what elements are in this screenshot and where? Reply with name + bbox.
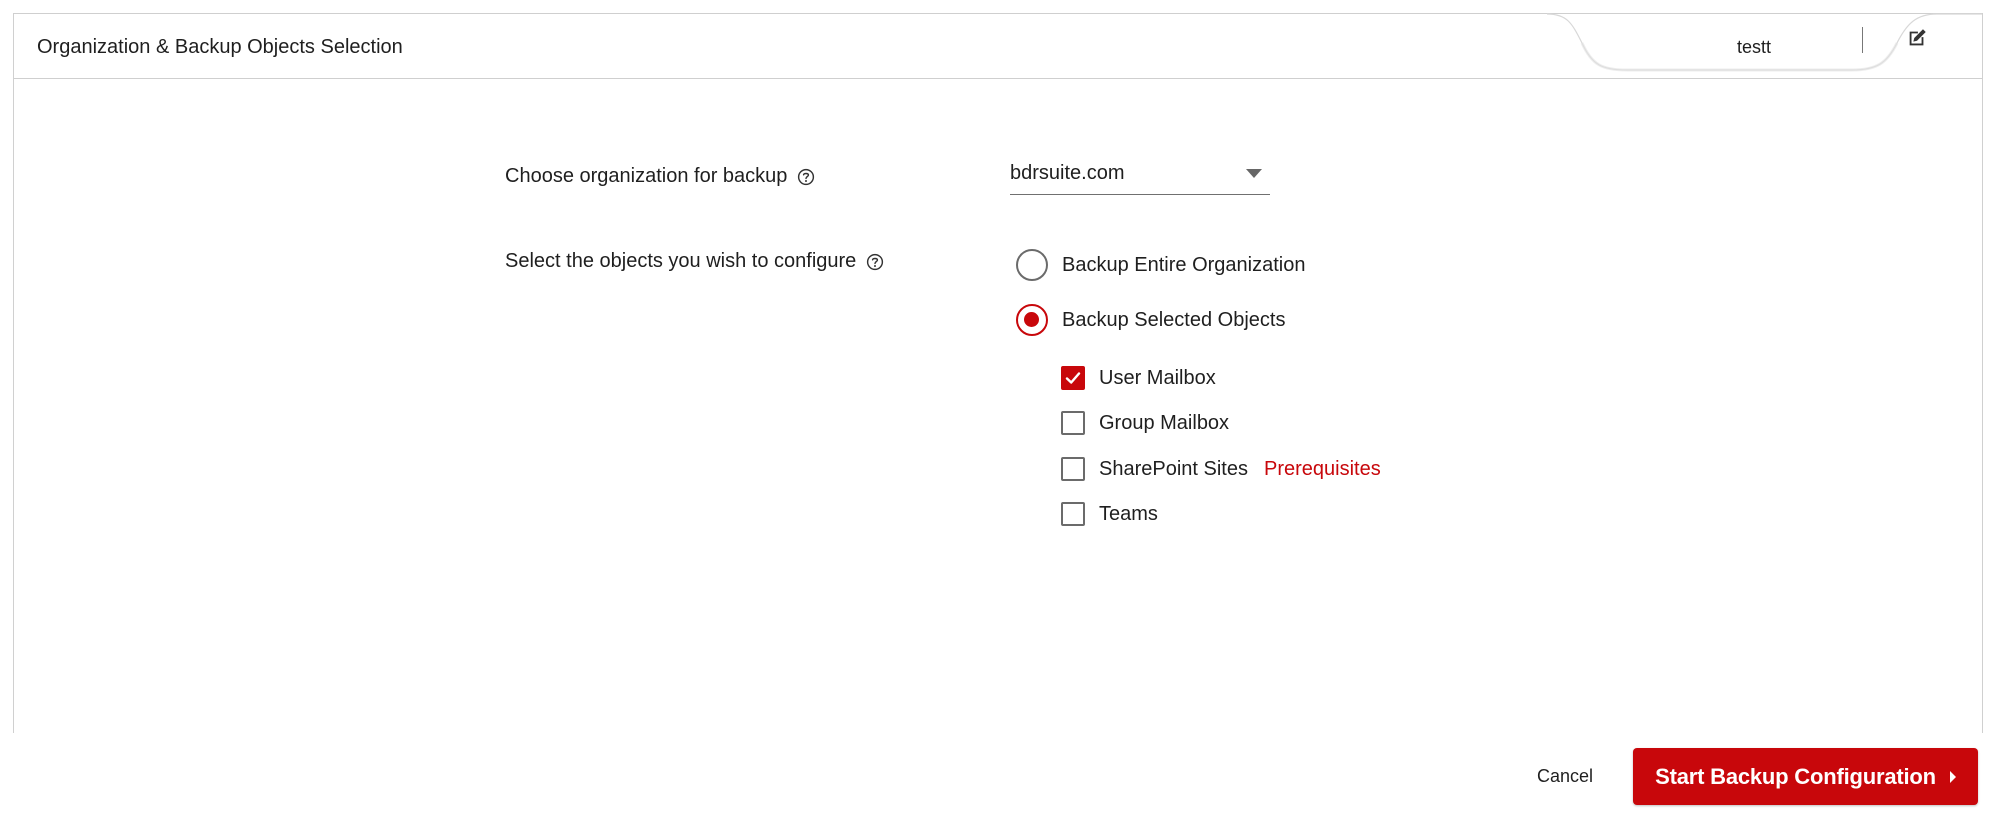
checkbox-label: SharePoint Sites — [1099, 457, 1248, 480]
radio-circle[interactable] — [1016, 249, 1048, 281]
checkbox-box[interactable] — [1061, 457, 1085, 481]
checkbox-user-mailbox[interactable]: User Mailbox — [1061, 366, 1216, 390]
checkbox-box-checked[interactable] — [1061, 366, 1085, 390]
config-panel: Organization & Backup Objects Selection … — [13, 13, 1983, 733]
panel-header: Organization & Backup Objects Selection … — [14, 13, 1982, 80]
edit-button[interactable] — [1906, 27, 1934, 55]
checkbox-box[interactable] — [1061, 411, 1085, 435]
prerequisites-link[interactable]: Prerequisites — [1264, 458, 1381, 481]
check-icon — [1065, 372, 1081, 384]
radio-label: Backup Entire Organization — [1062, 253, 1306, 276]
checkbox-label: Teams — [1099, 502, 1158, 525]
objects-label-row: Select the objects you wish to configure — [505, 250, 884, 273]
org-label-row: Choose organization for backup — [505, 165, 815, 188]
checkbox-sharepoint-sites[interactable]: SharePoint Sites Prerequisites — [1061, 457, 1381, 481]
tab-divider — [1862, 27, 1863, 53]
radio-label: Backup Selected Objects — [1062, 308, 1286, 331]
tab-name: testt — [1737, 37, 1772, 57]
checkbox-label: User Mailbox — [1099, 366, 1216, 389]
radio-circle-selected[interactable] — [1016, 304, 1048, 336]
radio-backup-selected-objects[interactable]: Backup Selected Objects — [1016, 304, 1285, 336]
organization-select-value: bdrsuite.com — [1010, 162, 1125, 184]
help-circle-icon[interactable] — [866, 253, 884, 271]
help-circle-icon[interactable] — [797, 168, 815, 186]
org-label: Choose organization for backup — [505, 165, 788, 187]
start-backup-configuration-button[interactable]: Start Backup Configuration — [1633, 748, 1978, 805]
radio-backup-entire-organization[interactable]: Backup Entire Organization — [1016, 249, 1305, 281]
objects-label: Select the objects you wish to configure — [505, 250, 857, 272]
cancel-button[interactable]: Cancel — [1535, 760, 1595, 792]
caret-down-icon — [1246, 169, 1262, 178]
checkbox-group-mailbox[interactable]: Group Mailbox — [1061, 411, 1229, 435]
caret-right-icon — [1949, 770, 1956, 783]
edit-icon — [1909, 29, 1926, 46]
checkbox-teams[interactable]: Teams — [1061, 502, 1158, 526]
start-button-label: Start Backup Configuration — [1655, 763, 1936, 789]
checkbox-label: Group Mailbox — [1099, 411, 1230, 434]
name-tab: testt — [1542, 13, 1982, 80]
organization-select[interactable]: bdrsuite.com — [1010, 155, 1270, 195]
checkbox-box[interactable] — [1061, 502, 1085, 526]
page-title: Organization & Backup Objects Selection — [37, 36, 403, 58]
